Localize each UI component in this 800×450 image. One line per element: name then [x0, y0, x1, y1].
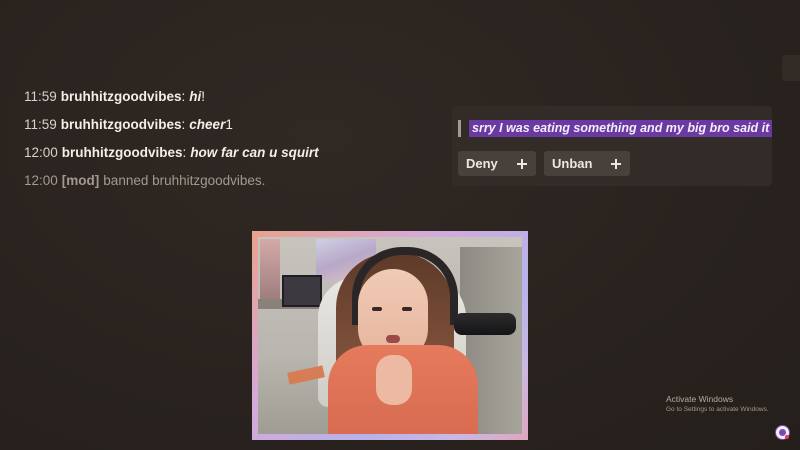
- unban-button-label: Unban: [552, 156, 593, 171]
- chat-message-tail: 1: [225, 117, 233, 132]
- chat-colon: :: [182, 145, 187, 160]
- mod-action-text: banned bruhhitzgoodvibes.: [103, 173, 266, 188]
- eye: [402, 307, 412, 311]
- deny-button-label: Deny: [466, 156, 498, 171]
- plus-icon: [611, 158, 621, 169]
- eye: [372, 307, 382, 311]
- chat-colon: :: [181, 89, 186, 104]
- chat-colon: :: [181, 117, 186, 132]
- scroll-tab[interactable]: [782, 55, 800, 81]
- microphone: [454, 313, 516, 335]
- deny-button[interactable]: Deny: [458, 151, 536, 176]
- chat-message: 11:59 bruhhitzgoodvibes: hi!: [24, 88, 424, 116]
- unban-request-panel: srry I was eating something and my big b…: [452, 106, 773, 186]
- unban-request-message: srry I was eating something and my big b…: [458, 120, 773, 137]
- chat-username[interactable]: bruhhitzgoodvibes: [62, 145, 183, 160]
- chat-timestamp: 11:59: [24, 117, 57, 132]
- chat-message-text: how far can u squirt: [190, 145, 319, 160]
- unban-request-text: srry I was eating something and my big b…: [469, 120, 773, 137]
- watermark-subtitle: Go to Settings to activate Windows.: [666, 406, 769, 413]
- chat-message: 11:59 bruhhitzgoodvibes: cheer1: [24, 116, 424, 144]
- chat-message-text: cheer: [189, 117, 226, 132]
- mod-action-message: 12:00 [mod] banned bruhhitzgoodvibes.: [24, 172, 424, 200]
- chat-message: 12:00 bruhhitzgoodvibes: how far can u squ…: [24, 144, 424, 172]
- webcam-frame: [252, 231, 528, 440]
- chat-username[interactable]: bruhhitzgoodvibes: [61, 117, 182, 132]
- chat-log: 11:59 bruhhitzgoodvibes: hi! 11:59 bruhhitz…: [24, 88, 424, 200]
- unban-button[interactable]: Unban: [544, 151, 630, 176]
- mod-tag: [mod]: [61, 173, 100, 188]
- chat-username[interactable]: bruhhitzgoodvibes: [61, 89, 182, 104]
- plus-icon: [517, 158, 527, 169]
- webcam-video: [258, 237, 522, 434]
- wall-poster: [260, 239, 280, 299]
- chat-message-text: hi: [189, 89, 202, 104]
- quote-bar: [458, 120, 461, 137]
- chat-timestamp: 12:00: [24, 173, 58, 188]
- channel-logo-icon: [775, 425, 790, 440]
- watermark-title: Activate Windows: [666, 394, 734, 404]
- activate-windows-watermark: Activate Windows Go to Settings to activ…: [666, 394, 769, 414]
- mouth: [386, 335, 400, 343]
- chat-timestamp: 12:00: [24, 145, 58, 160]
- monitor: [282, 275, 322, 307]
- chat-timestamp: 11:59: [24, 89, 57, 104]
- chat-message-tail: !: [201, 89, 206, 104]
- streamer-hand: [376, 355, 412, 405]
- stream-screen: 11:59 bruhhitzgoodvibes: hi! 11:59 bruhhitz…: [0, 0, 800, 450]
